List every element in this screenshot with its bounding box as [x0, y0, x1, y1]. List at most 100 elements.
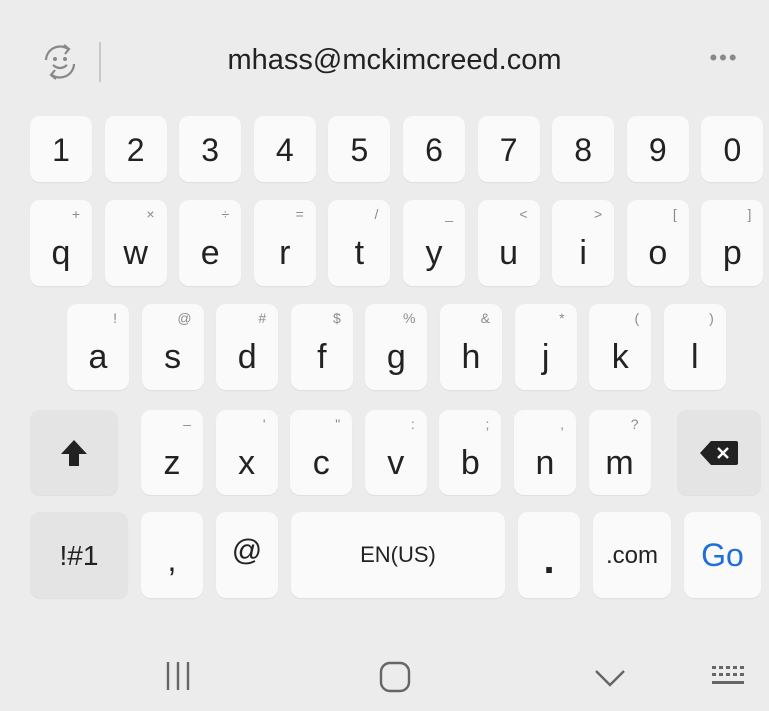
key-label: e	[200, 234, 220, 272]
letter-key-p[interactable]: ] p	[701, 200, 764, 286]
key-hint: :	[410, 416, 415, 432]
number-key-8[interactable]: 8	[552, 116, 615, 182]
suggestion-text[interactable]: mhass@mckimcreed.com	[110, 44, 679, 77]
letter-key-s[interactable]: @ s	[141, 304, 204, 390]
letter-key-w[interactable]: × w	[104, 200, 167, 286]
letter-key-l[interactable]: ) l	[663, 304, 726, 390]
key-label: 7	[499, 132, 518, 168]
at-key[interactable]: @	[216, 512, 278, 598]
space-key[interactable]: EN(US)	[291, 512, 505, 598]
number-key-9[interactable]: 9	[626, 116, 689, 182]
letter-key-u[interactable]: < u	[477, 200, 540, 286]
comma-key[interactable]: ,	[141, 512, 203, 598]
key-label: 2	[126, 132, 145, 168]
key-label: w	[123, 234, 148, 272]
symbols-key[interactable]: !#1	[30, 512, 128, 598]
keyboard-icon[interactable]	[710, 664, 748, 690]
letter-key-e[interactable]: ÷ e	[179, 200, 242, 286]
shift-key[interactable]	[30, 410, 118, 495]
key-label: i	[579, 234, 587, 272]
letter-key-o[interactable]: [o	[626, 200, 689, 286]
letter-key-q[interactable]: + q	[30, 200, 92, 286]
backspace-key[interactable]	[677, 410, 761, 495]
key-label: 8	[574, 132, 593, 168]
letter-key-a[interactable]: ! a	[67, 304, 129, 390]
letter-key-k[interactable]: (k	[589, 304, 652, 390]
key-hint: !	[113, 310, 117, 326]
recent-apps-icon[interactable]	[163, 660, 193, 692]
letter-key-c[interactable]: " c	[290, 410, 353, 495]
back-chevron-icon[interactable]	[594, 668, 626, 688]
key-hint: #	[258, 310, 267, 326]
key-label: p	[722, 234, 742, 272]
key-hint: ÷	[221, 206, 230, 222]
letter-key-y[interactable]: _ y	[403, 200, 465, 286]
letter-key-z[interactable]: – z	[141, 410, 203, 495]
key-hint: /	[374, 206, 379, 222]
symbols-label: !#1	[59, 540, 99, 571]
key-label: k	[611, 338, 629, 376]
key-hint: '	[262, 416, 266, 432]
number-key-2[interactable]: 2	[104, 116, 167, 182]
key-hint: &	[480, 310, 490, 326]
letter-key-d[interactable]: # d	[216, 304, 279, 390]
letter-key-t[interactable]: / t	[328, 200, 391, 286]
home-icon[interactable]	[378, 660, 412, 694]
backspace-icon	[700, 441, 738, 465]
letter-key-j[interactable]: * j	[514, 304, 577, 390]
number-key-1[interactable]: 1	[30, 116, 92, 182]
key-label: 9	[648, 132, 667, 168]
letter-key-f[interactable]: $ f	[290, 304, 353, 390]
key-label: m	[605, 444, 634, 482]
number-key-4[interactable]: 4	[253, 116, 316, 182]
number-key-6[interactable]: 6	[403, 116, 465, 182]
key-label: 4	[275, 132, 294, 168]
key-label: f	[317, 338, 327, 376]
key-label: t	[354, 234, 365, 272]
letter-key-g[interactable]: % g	[365, 304, 428, 390]
number-key-5[interactable]: 5	[328, 116, 391, 182]
letter-key-x[interactable]: ' x	[215, 410, 278, 495]
go-label: Go	[701, 537, 744, 573]
key-hint: >	[594, 206, 603, 222]
key-label: a	[88, 338, 108, 376]
letter-key-n[interactable]: ,n	[514, 410, 576, 495]
key-label: 5	[350, 132, 369, 168]
key-hint: ;	[485, 416, 490, 432]
key-label: n	[535, 444, 555, 482]
key-hint: ?	[630, 416, 639, 432]
key-hint: ×	[146, 206, 155, 222]
letter-key-b[interactable]: ; b	[439, 410, 502, 495]
dotcom-key[interactable]: .com	[593, 512, 671, 598]
letter-key-m[interactable]: ? m	[588, 410, 651, 495]
key-hint: )	[709, 310, 714, 326]
emoji-icon[interactable]	[38, 40, 82, 84]
key-label: b	[460, 444, 480, 482]
divider	[99, 42, 101, 82]
go-key[interactable]: Go	[684, 512, 761, 598]
comma-label: ,	[167, 542, 177, 578]
period-key[interactable]: .	[518, 512, 580, 598]
letter-key-v[interactable]: :v	[364, 410, 427, 495]
more-options-icon[interactable]: •••	[707, 47, 741, 69]
key-hint: _	[445, 206, 453, 222]
key-label: 3	[201, 132, 220, 168]
number-key-0[interactable]: 0	[701, 116, 764, 182]
letter-key-i[interactable]: > i	[552, 200, 615, 286]
number-key-7[interactable]: 7	[477, 116, 540, 182]
key-hint: ]	[747, 206, 752, 222]
letter-key-r[interactable]: = r	[253, 200, 316, 286]
key-label: d	[237, 338, 257, 376]
key-hint: (	[634, 310, 640, 326]
key-label: 1	[52, 132, 70, 168]
navigation-bar	[0, 630, 769, 711]
key-hint: =	[295, 206, 304, 222]
key-label: l	[691, 338, 699, 376]
letter-key-h[interactable]: & h	[440, 304, 502, 390]
key-hint: *	[559, 310, 565, 326]
key-label: q	[51, 234, 71, 272]
number-key-3[interactable]: 3	[179, 116, 242, 182]
key-label: y	[425, 234, 443, 272]
key-label: h	[461, 338, 481, 376]
key-label: o	[648, 234, 668, 272]
